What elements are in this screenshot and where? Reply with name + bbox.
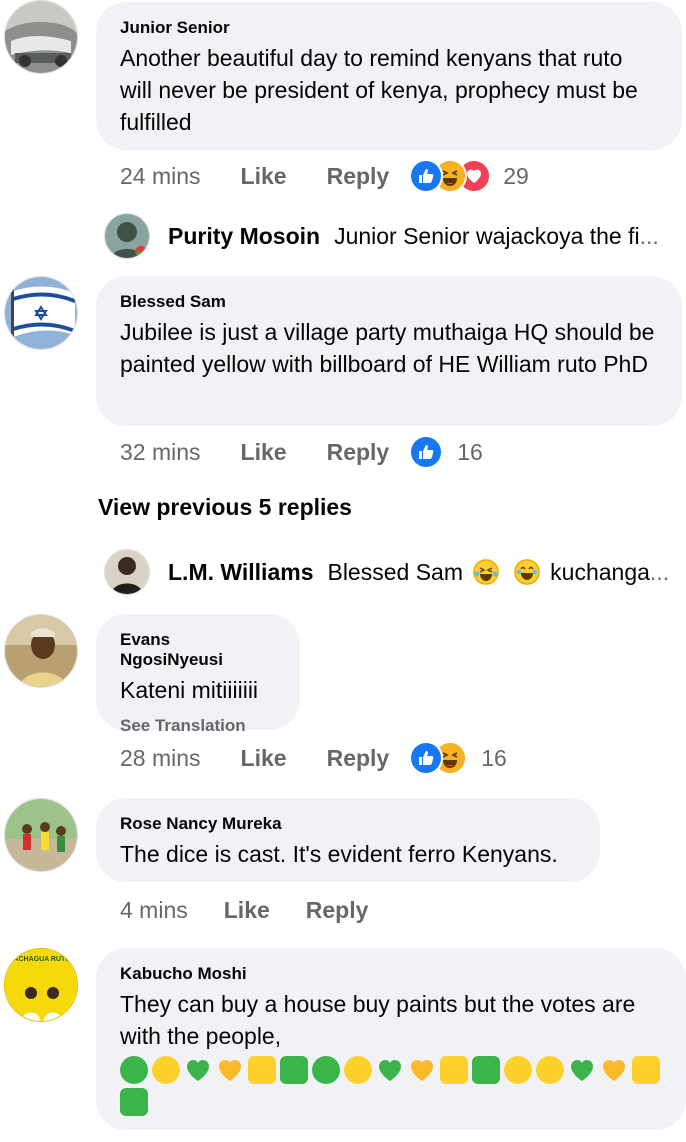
comment-author[interactable]: Evans NgosiNyeusi (120, 630, 276, 670)
comment-time[interactable]: 32 mins (120, 439, 201, 466)
comment-actions: 28 mins Like Reply 16 (120, 741, 507, 775)
comment-author[interactable]: Junior Senior (120, 18, 658, 38)
green-heart-emoji (568, 1056, 596, 1084)
yellow-heart-emoji (600, 1056, 628, 1084)
comment-text: Kateni mitiiiiiii (120, 677, 259, 703)
view-previous-replies-link[interactable]: View previous 5 replies (98, 494, 352, 521)
like-icon (409, 435, 444, 469)
avatar[interactable]: ACHAGUA RUTO (4, 948, 78, 1022)
avatar[interactable] (104, 213, 150, 259)
reply-ellipsis: ... (639, 222, 659, 249)
reply-text-continued: kuchanga (550, 558, 650, 585)
comment-bubble: Junior Senior Another beautiful day to r… (96, 2, 682, 150)
avatar[interactable] (4, 614, 78, 688)
comment-bubble: Blessed Sam Jubilee is just a village pa… (96, 276, 682, 426)
reply-ellipsis: ... (649, 558, 670, 585)
comment-actions: 32 mins Like Reply 16 (120, 435, 483, 469)
like-button[interactable]: Like (241, 745, 287, 772)
reaction-count: 29 (503, 162, 529, 189)
reaction-summary[interactable]: 16 (409, 741, 507, 775)
comment-text: The dice is cast. It's evident ferro Ken… (120, 841, 558, 867)
comment-time[interactable]: 24 mins (120, 163, 201, 190)
like-icon (409, 741, 444, 775)
avatar[interactable] (4, 0, 78, 74)
reply-button[interactable]: Reply (327, 745, 390, 772)
green-square-emoji (120, 1088, 148, 1116)
avatar[interactable] (4, 798, 78, 872)
emoji-sequence (120, 1056, 660, 1116)
reply-author[interactable]: L.M. Williams (168, 559, 313, 586)
comment-actions: 24 mins Like Reply 29 (120, 159, 529, 193)
reply-author[interactable]: Purity Mosoin (168, 223, 320, 250)
yellow-heart-emoji (408, 1056, 436, 1084)
yellow-circle-emoji (344, 1056, 372, 1084)
yellow-square-emoji (248, 1056, 276, 1084)
green-circle-emoji (312, 1056, 340, 1084)
reaction-summary[interactable]: 29 (409, 159, 529, 193)
reaction-count: 16 (481, 744, 507, 771)
reply-text: Junior Senior wajackoya the fi (334, 222, 640, 249)
see-translation-link[interactable]: See Translation (120, 716, 276, 736)
comment-author[interactable]: Rose Nancy Mureka (120, 814, 576, 834)
green-circle-emoji (120, 1056, 148, 1084)
joy-emoji (513, 558, 540, 585)
avatar[interactable] (4, 276, 78, 350)
comment-time[interactable]: 4 mins (120, 897, 188, 924)
reply-preview[interactable]: Purity Mosoin Junior Senior wajackoya th… (104, 212, 659, 260)
comment-author[interactable]: Blessed Sam (120, 292, 658, 312)
comment-text: Jubilee is just a village party muthaiga… (120, 319, 655, 377)
green-heart-emoji (376, 1056, 404, 1084)
comment-bubble: Kabucho Moshi They can buy a house buy p… (96, 948, 686, 1130)
reaction-count: 16 (457, 438, 483, 465)
like-button[interactable]: Like (224, 897, 270, 924)
yellow-circle-emoji (504, 1056, 532, 1084)
mentioned-name[interactable]: Blessed Sam (327, 559, 463, 585)
like-button[interactable]: Like (241, 163, 287, 190)
reply-button[interactable]: Reply (327, 163, 390, 190)
like-button[interactable]: Like (241, 439, 287, 466)
yellow-square-emoji (440, 1056, 468, 1084)
reply-text: Blessed Sam kuchanga (327, 558, 650, 586)
comment-time[interactable]: 28 mins (120, 745, 201, 772)
yellow-circle-emoji (536, 1056, 564, 1084)
reaction-summary[interactable]: 16 (409, 435, 483, 469)
reply-preview[interactable]: L.M. Williams Blessed Sam kuchanga... (104, 548, 669, 596)
yellow-square-emoji (632, 1056, 660, 1084)
comment-text: They can buy a house buy paints but the … (120, 991, 636, 1049)
green-square-emoji (472, 1056, 500, 1084)
yellow-circle-emoji (152, 1056, 180, 1084)
comment-text: Another beautiful day to remind kenyans … (120, 45, 638, 135)
reply-button[interactable]: Reply (306, 897, 369, 924)
comment-actions: 4 mins Like Reply (120, 894, 408, 926)
yellow-heart-emoji (216, 1056, 244, 1084)
comment-author[interactable]: Kabucho Moshi (120, 964, 662, 984)
avatar[interactable] (104, 549, 150, 595)
rofl-emoji (473, 558, 500, 585)
like-icon (409, 159, 444, 193)
reply-button[interactable]: Reply (327, 439, 390, 466)
comment-bubble: Rose Nancy Mureka The dice is cast. It's… (96, 798, 600, 882)
comment-bubble: Evans NgosiNyeusi Kateni mitiiiiiii See … (96, 614, 300, 735)
avatar-badge-text: ACHAGUA RUTO (13, 956, 71, 963)
green-square-emoji (280, 1056, 308, 1084)
green-heart-emoji (184, 1056, 212, 1084)
